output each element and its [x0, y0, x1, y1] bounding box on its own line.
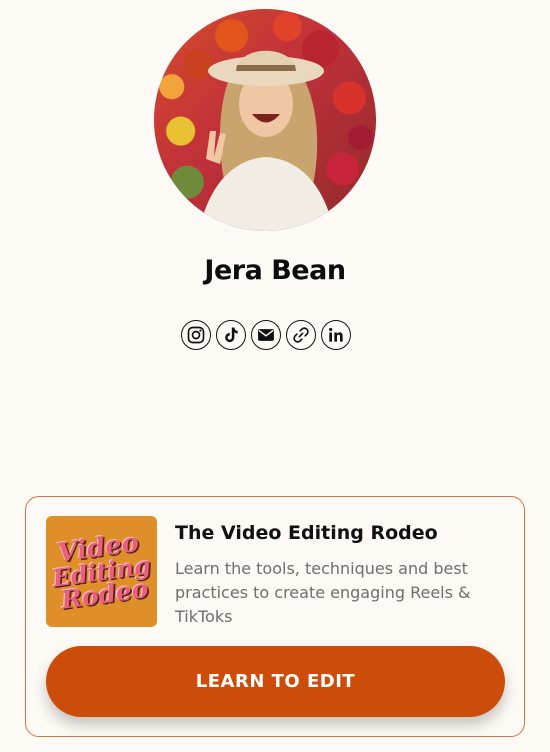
link-icon — [293, 327, 309, 343]
tiktok-link[interactable] — [216, 320, 246, 350]
card-thumbnail[interactable]: Video Editing Rodeo — [46, 516, 157, 627]
linkedin-link[interactable] — [321, 320, 351, 350]
thumbnail-logo-text: Video Editing Rodeo — [46, 516, 157, 627]
profile-name: Jera Bean — [204, 255, 346, 286]
email-link[interactable] — [251, 320, 281, 350]
avatar-photo — [199, 50, 334, 231]
email-icon — [258, 329, 274, 341]
card-title[interactable]: The Video Editing Rodeo — [175, 522, 438, 544]
card-description: Learn the tools, techniques and best pra… — [175, 559, 471, 626]
social-links — [181, 320, 351, 350]
website-link[interactable] — [286, 320, 316, 350]
product-card: Video Editing Rodeo The Video Editing Ro… — [25, 496, 525, 737]
instagram-icon — [187, 326, 205, 344]
instagram-link[interactable] — [181, 320, 211, 350]
learn-to-edit-button[interactable]: LEARN TO EDIT — [46, 646, 505, 717]
linkedin-icon — [329, 327, 343, 342]
tiktok-icon — [225, 327, 238, 343]
avatar — [154, 9, 376, 231]
